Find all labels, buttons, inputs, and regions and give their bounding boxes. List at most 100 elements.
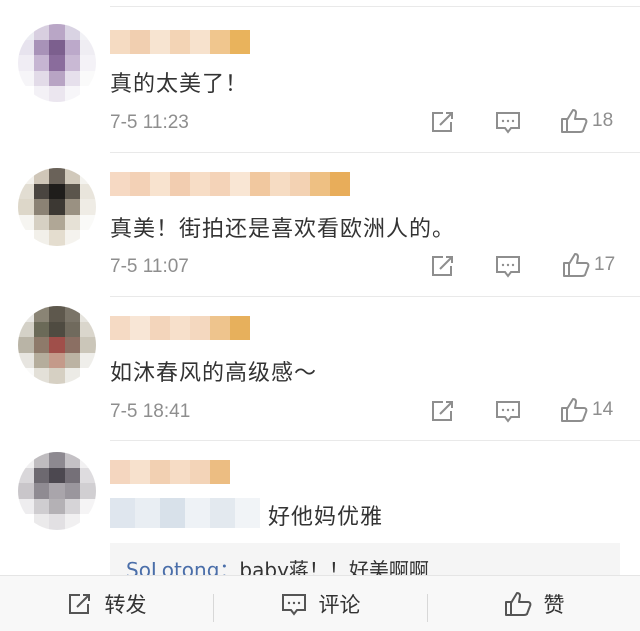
avatar-pixel — [49, 39, 65, 56]
avatar-pixel — [49, 321, 65, 338]
avatar-pixel — [49, 168, 65, 184]
avatar-pixel — [18, 498, 34, 515]
avatar-pixel — [33, 183, 50, 200]
name-blur-block — [230, 30, 250, 54]
bottom-repost-button[interactable]: 转发 — [0, 576, 213, 631]
name-blur-block — [310, 172, 330, 196]
repost-icon — [68, 593, 90, 614]
comment-text: 真美！街拍还是喜欢看欧洲人的。 — [110, 217, 456, 242]
username-blurred[interactable] — [110, 316, 250, 340]
avatar-pixel — [18, 24, 34, 40]
reply-content: baby蒋！！好美啊啊 — [239, 558, 429, 575]
bottom-comment-button[interactable]: 评论 — [214, 576, 427, 631]
avatar-pixel — [33, 498, 50, 515]
avatar-pixel — [18, 199, 34, 215]
avatar-pixel — [33, 337, 50, 353]
avatar-pixel — [33, 306, 50, 322]
username-blurred[interactable] — [110, 172, 350, 196]
like-button[interactable]: 18 — [560, 108, 613, 134]
avatar[interactable] — [18, 168, 96, 246]
name-blur-block — [150, 316, 170, 340]
avatar[interactable] — [18, 24, 96, 102]
avatar-pixel — [80, 467, 96, 484]
repost-button[interactable] — [430, 399, 456, 423]
avatar-pixel — [80, 498, 96, 515]
comment-text: 真的太美了！ — [110, 72, 249, 97]
avatar-pixel — [49, 306, 65, 322]
avatar-pixel — [64, 183, 81, 200]
avatar-pixel — [33, 352, 50, 369]
avatar-pixel — [49, 368, 65, 384]
avatar[interactable] — [18, 306, 96, 384]
bottom-like-button[interactable]: 赞 — [428, 576, 640, 631]
avatar-pixel — [18, 467, 34, 484]
avatar-pixel — [64, 368, 81, 384]
avatar-pixel — [18, 368, 34, 384]
avatar-pixel — [80, 39, 96, 56]
name-blur-block — [130, 460, 150, 484]
avatar-pixel — [80, 183, 96, 200]
avatar-pixel — [64, 230, 81, 246]
avatar-pixel — [80, 199, 96, 215]
avatar-pixel — [80, 321, 96, 338]
avatar-pixel — [80, 352, 96, 369]
avatar-pixel — [18, 352, 34, 369]
comment-button[interactable] — [495, 254, 521, 278]
repost-icon — [432, 256, 453, 276]
like-count: 14 — [592, 399, 614, 420]
like-button[interactable]: 17 — [562, 252, 615, 278]
divider — [110, 296, 640, 297]
name-blur-block — [130, 316, 150, 340]
name-blur-block — [330, 172, 350, 196]
avatar-pixel — [64, 467, 81, 484]
avatar-pixel — [80, 483, 96, 499]
name-blur-block — [210, 316, 230, 340]
name-blur-block — [170, 460, 190, 484]
avatar-pixel — [18, 214, 34, 231]
avatar-pixel — [49, 86, 65, 102]
avatar-pixel — [49, 452, 65, 468]
avatar-pixel — [33, 70, 50, 87]
quote-blur-block — [110, 498, 135, 528]
username-blurred[interactable] — [110, 460, 230, 484]
avatar-pixel — [49, 483, 65, 499]
quote-blur-block — [160, 498, 185, 528]
like-button[interactable]: 14 — [560, 397, 613, 423]
comment-button[interactable] — [495, 399, 521, 423]
avatar-pixel — [80, 306, 96, 322]
avatar-pixel — [33, 467, 50, 484]
avatar-pixel — [49, 199, 65, 215]
bottom-repost-label: 转发 — [104, 592, 147, 617]
name-blur-block — [130, 30, 150, 54]
avatar[interactable] — [18, 452, 96, 530]
reply-preview[interactable]: SoLotong：baby蒋！！好美啊啊 — [110, 543, 620, 575]
divider — [110, 6, 640, 7]
avatar-pixel — [33, 368, 50, 384]
avatar-pixel — [33, 452, 50, 468]
name-blur-block — [150, 172, 170, 196]
avatar-pixel — [49, 230, 65, 246]
avatar-pixel — [64, 86, 81, 102]
repost-button[interactable] — [430, 254, 456, 278]
avatar-pixel — [80, 214, 96, 231]
avatar-pixel — [33, 199, 50, 215]
name-blur-block — [250, 172, 270, 196]
avatar-pixel — [33, 514, 50, 530]
name-blur-block — [190, 30, 210, 54]
comment-icon — [496, 256, 520, 278]
reply-username[interactable]: SoLotong — [126, 558, 219, 575]
comment-icon — [281, 593, 306, 616]
like-count: 17 — [594, 254, 616, 275]
name-blur-block — [190, 460, 210, 484]
username-blurred[interactable] — [110, 30, 250, 54]
repost-button[interactable] — [430, 110, 456, 134]
avatar-pixel — [64, 168, 81, 184]
comment-button[interactable] — [495, 110, 521, 134]
name-blur-block — [170, 316, 190, 340]
avatar-pixel — [18, 483, 34, 499]
avatar-pixel — [18, 337, 34, 353]
avatar-pixel — [49, 498, 65, 515]
thumbs-up-icon — [561, 109, 588, 133]
avatar-pixel — [18, 70, 34, 87]
name-blur-block — [130, 172, 150, 196]
